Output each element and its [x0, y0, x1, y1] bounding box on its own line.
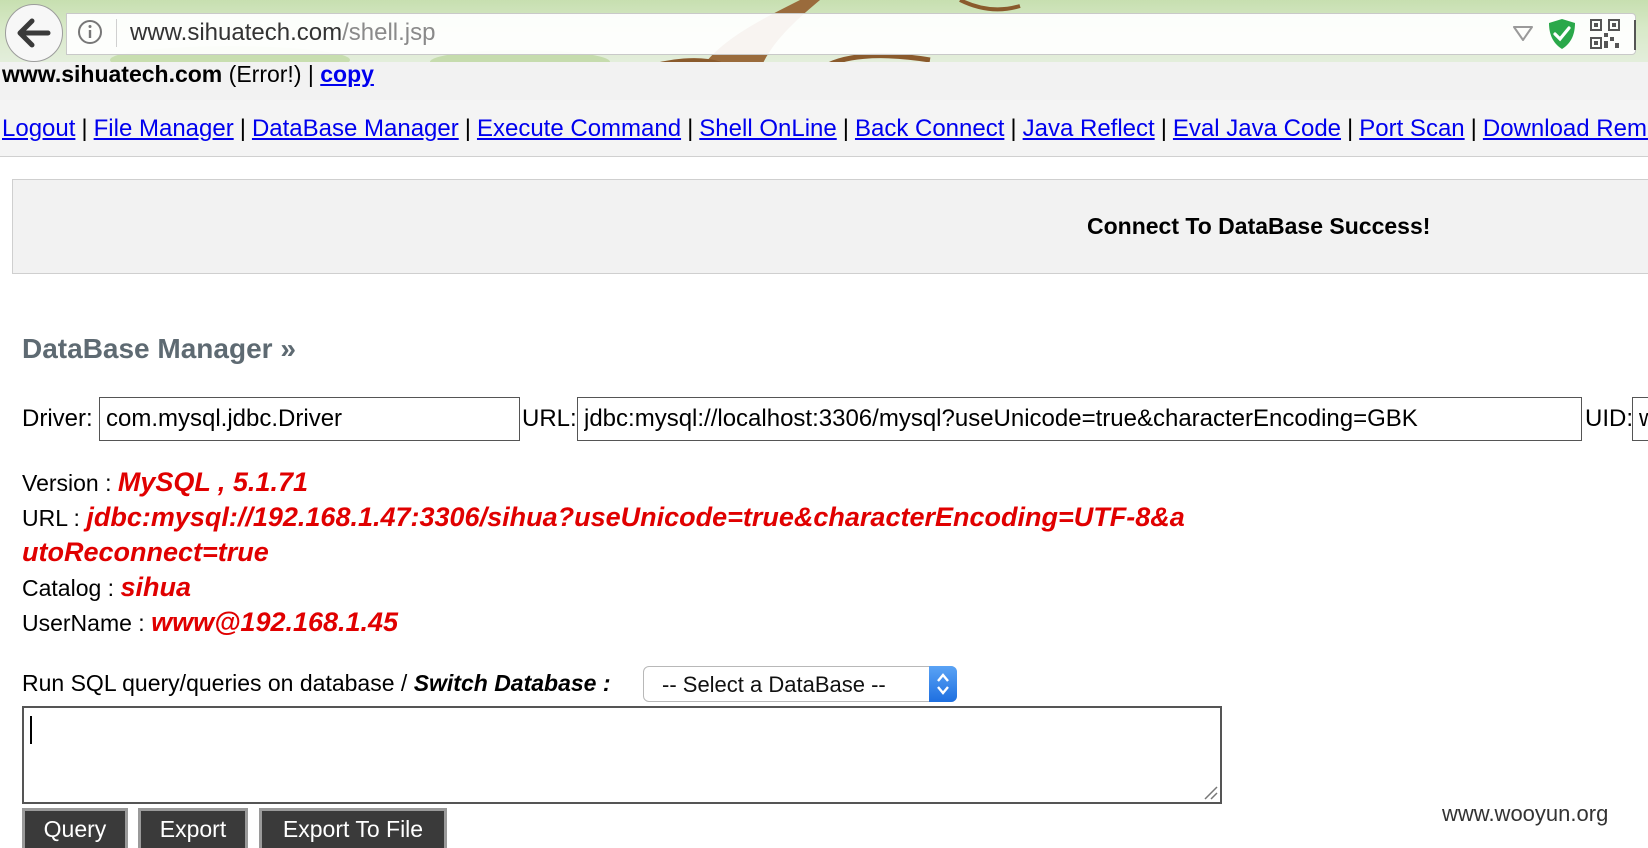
nav-separator: |	[842, 115, 849, 142]
catalog-label: Catalog :	[22, 575, 115, 601]
version-label: Version :	[22, 470, 112, 496]
watermark: www.wooyun.org	[1442, 801, 1609, 826]
url-input[interactable]	[577, 397, 1582, 441]
nav-java-reflect[interactable]: Java Reflect	[1023, 115, 1155, 142]
nav-links: Logout | File Manager | DataBase Manager | Exe…	[2, 114, 1648, 144]
url-info-value-continued: utoReconnect=true	[22, 537, 269, 567]
nav-separator: |	[239, 115, 246, 142]
url-label: URL:	[522, 405, 577, 432]
query-button[interactable]: Query	[22, 808, 128, 848]
url-row-continued: utoReconnect=true	[22, 535, 1185, 570]
browser-toolbar: www.sihuatech.com/shell.jsp	[0, 0, 1648, 70]
username-row: UserName : www@192.168.1.45	[22, 605, 1185, 640]
nav-shell-online[interactable]: Shell OnLine	[699, 115, 836, 142]
driver-input[interactable]	[99, 397, 520, 441]
status-text: www.sihuatech.com (Error!) | copy	[2, 62, 374, 86]
uid-label: UID:	[1585, 405, 1633, 432]
nav-logout[interactable]: Logout	[2, 115, 75, 142]
history-dropdown-icon[interactable]	[1512, 24, 1534, 42]
nav-back-connect[interactable]: Back Connect	[855, 115, 1004, 142]
export-button[interactable]: Export	[138, 808, 248, 848]
nav-eval-java-code[interactable]: Eval Java Code	[1173, 115, 1341, 142]
message-panel: Connect To DataBase Success!	[12, 179, 1648, 274]
url-host: www.sihuatech.com	[130, 19, 343, 46]
shield-icon[interactable]	[1548, 18, 1576, 50]
page-title: DataBase Manager »	[22, 333, 296, 364]
nav-execute-command[interactable]: Execute Command	[477, 115, 681, 142]
username-label: UserName :	[22, 610, 145, 636]
nav-separator: |	[1347, 115, 1354, 142]
export-to-file-button[interactable]: Export To File	[259, 808, 447, 848]
back-arrow-icon	[17, 18, 51, 48]
catalog-row: Catalog : sihua	[22, 570, 1185, 605]
address-divider	[116, 19, 117, 47]
nav-database-manager[interactable]: DataBase Manager	[252, 115, 459, 142]
url-info-value: jdbc:mysql://192.168.1.47:3306/sihua?use…	[86, 502, 1185, 532]
driver-label: Driver:	[22, 405, 93, 432]
database-select-value: -- Select a DataBase --	[662, 672, 886, 697]
text-caret	[30, 716, 32, 744]
database-select[interactable]: -- Select a DataBase --	[643, 666, 957, 702]
success-message: Connect To DataBase Success!	[1087, 213, 1431, 239]
qr-code-icon[interactable]	[1590, 19, 1620, 49]
nav-download-remote-file[interactable]: Download Remote File	[1483, 115, 1648, 142]
nav-separator: |	[1160, 115, 1167, 142]
nav-separator: |	[687, 115, 694, 142]
status-error: (Error!)	[228, 62, 302, 87]
info-icon[interactable]	[77, 19, 103, 45]
nav-separator: |	[1470, 115, 1477, 142]
url-path: /shell.jsp	[342, 19, 436, 46]
nav-file-manager[interactable]: File Manager	[94, 115, 234, 142]
sql-run-label: Run SQL query/queries on database /	[22, 670, 414, 696]
copy-link[interactable]: copy	[320, 62, 374, 87]
select-arrows-icon[interactable]	[929, 666, 957, 702]
nav-port-scan[interactable]: Port Scan	[1359, 115, 1464, 142]
database-info: Version : MySQL , 5.1.71 URL : jdbc:mysq…	[22, 465, 1185, 640]
version-value: MySQL , 5.1.71	[117, 467, 308, 497]
version-row: Version : MySQL , 5.1.71	[22, 465, 1185, 500]
status-line: www.sihuatech.com (Error!) | copy	[0, 62, 1648, 101]
url-info-label: URL :	[22, 505, 80, 531]
resize-grip-icon[interactable]	[1202, 784, 1218, 800]
nav-separator: |	[81, 115, 88, 142]
nav-menu: Logout | File Manager | DataBase Manager | Exe…	[0, 100, 1648, 157]
back-button[interactable]	[5, 4, 63, 62]
username-value: www@192.168.1.45	[151, 607, 399, 637]
sql-label: Run SQL query/queries on database / Swit…	[22, 670, 611, 697]
status-separator: |	[307, 62, 314, 87]
catalog-value: sihua	[120, 572, 191, 602]
status-host: www.sihuatech.com	[2, 62, 223, 87]
nav-separator: |	[464, 115, 471, 142]
url-row: URL : jdbc:mysql://192.168.1.47:3306/sih…	[22, 500, 1185, 535]
sql-query-input[interactable]	[22, 706, 1222, 804]
uid-input[interactable]	[1632, 397, 1648, 441]
address-url[interactable]: www.sihuatech.com/shell.jsp	[130, 18, 435, 48]
toolbar-edge	[1634, 20, 1636, 50]
switch-database-label: Switch Database :	[413, 670, 611, 696]
nav-separator: |	[1010, 115, 1017, 142]
